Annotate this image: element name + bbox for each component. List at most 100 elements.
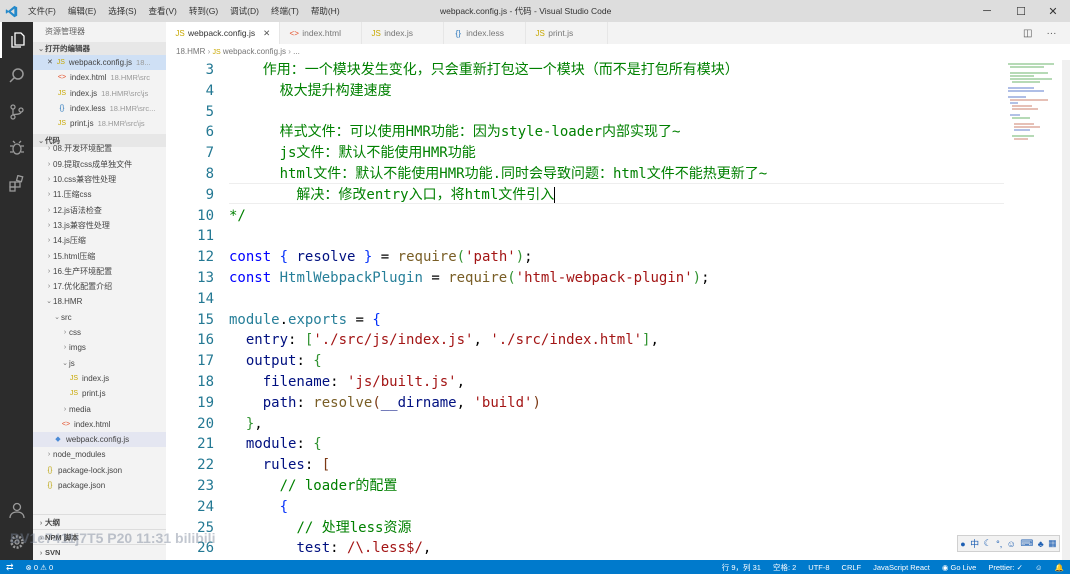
maximize-icon[interactable]: ☐	[1004, 0, 1038, 22]
menu-bar: 文件(F) 编辑(E) 选择(S) 查看(V) 转到(G) 调试(D) 终端(T) 帮助(H)	[22, 0, 346, 22]
chevron-icon: ›	[47, 267, 51, 275]
breadcrumb-symbol[interactable]: ...	[293, 47, 300, 56]
tree-item[interactable]: › 17.优化配置介绍	[33, 279, 166, 294]
tree-item[interactable]: › media	[33, 402, 166, 417]
status-bar: ⇄ ⊗ 0 ⚠ 0 行 9，列 31 空格: 2 UTF-8 CRLF Java…	[0, 560, 1070, 574]
tree-item[interactable]: › 08.开发环境配置	[33, 141, 166, 156]
chevron-icon: ›	[47, 191, 51, 199]
sidebar-section-header[interactable]: › SVN	[33, 544, 166, 559]
tree-item[interactable]: › 11.压缩css	[33, 187, 166, 202]
chevron-icon: ›	[47, 252, 51, 260]
tree-item-label: package.json	[58, 481, 106, 491]
tree-item-label: index.html	[74, 419, 111, 429]
ime-lang[interactable]: 中	[970, 537, 979, 550]
tree-item[interactable]: › node_modules	[33, 447, 166, 462]
breadcrumb-folder[interactable]: 18.HMR	[176, 47, 205, 56]
menu-item[interactable]: 转到(G)	[183, 0, 224, 22]
open-editor-item[interactable]: JS print.js 18.HMR\src\js	[33, 116, 166, 131]
less-file-icon: {}	[59, 104, 65, 112]
tree-item[interactable]: › css	[33, 325, 166, 340]
tree-item[interactable]: <> index.html	[33, 417, 166, 432]
close-icon[interactable]: ✕	[1036, 0, 1070, 22]
minimap[interactable]	[1004, 60, 1062, 560]
open-editor-item[interactable]: ✕ JS webpack.config.js 18...	[33, 55, 166, 71]
tab-index-html[interactable]: <> index.html	[280, 22, 363, 44]
more-actions-icon[interactable]: ···	[1046, 28, 1056, 39]
line-number: 14	[197, 290, 214, 307]
remote-icon[interactable]: ⇄	[0, 562, 20, 573]
code-line: 极大提升构建速度	[229, 82, 392, 99]
explorer-icon[interactable]	[0, 22, 33, 58]
open-editors-header[interactable]: ⌄打开的编辑器	[33, 42, 166, 55]
tab-index-less[interactable]: {} index.less	[444, 22, 527, 44]
smiley-icon[interactable]: ☺	[1029, 563, 1049, 572]
tree-item[interactable]: › 16.生产环境配置	[33, 264, 166, 279]
tree-item[interactable]: {} package.json	[33, 478, 166, 493]
code-line: rules: [	[262, 457, 331, 474]
code-line: output: {	[245, 353, 322, 370]
ime-toolbar[interactable]: ● 中 ☾ °, ☺ ⌨ ♣ ▦	[957, 535, 1060, 552]
menu-item[interactable]: 查看(V)	[143, 0, 183, 22]
close-icon[interactable]: ✕	[263, 28, 270, 39]
errors-icon[interactable]: ⊗ 0 ⚠ 0	[20, 563, 60, 572]
menu-item[interactable]: 编辑(E)	[62, 0, 102, 22]
tree-item[interactable]: › 10.css兼容性处理	[33, 172, 166, 187]
tree-item[interactable]: › 13.js兼容性处理	[33, 218, 166, 233]
cursor-position[interactable]: 行 9，列 31	[716, 562, 767, 573]
tab-index-js[interactable]: JS index.js	[362, 22, 445, 44]
encoding[interactable]: UTF-8	[802, 563, 835, 572]
breadcrumb-file[interactable]: webpack.config.js	[223, 47, 286, 56]
split-editor-icon[interactable]: ◫	[1023, 28, 1032, 39]
search-icon[interactable]	[0, 58, 33, 94]
open-editor-item[interactable]: <> index.html 18.HMR\src	[33, 70, 166, 85]
account-icon[interactable]	[0, 492, 33, 528]
tree-item[interactable]: › 12.js语法检查	[33, 203, 166, 218]
menu-item[interactable]: 选择(S)	[102, 0, 142, 22]
sidebar-section-header[interactable]: › 大纲	[33, 514, 166, 529]
menu-item[interactable]: 文件(F)	[22, 0, 62, 22]
file-name: index.html	[70, 73, 107, 83]
menu-item[interactable]: 终端(T)	[265, 0, 305, 22]
tab-print-js[interactable]: JS print.js	[526, 22, 609, 44]
tree-item[interactable]: ⌄ 18.HMR	[33, 294, 166, 309]
tree-item[interactable]: ⌄ src	[33, 310, 166, 325]
js-file-icon: JS	[212, 49, 221, 56]
tree-item[interactable]: ⌄ js	[33, 356, 166, 371]
tree-item[interactable]: JS print.js	[33, 386, 166, 401]
open-editor-item[interactable]: JS index.js 18.HMR\src\js	[33, 86, 166, 101]
html-file-icon: <>	[61, 420, 71, 428]
code-line: 作用：一个模块发生变化，只会重新打包这一个模块（而不是打包所有模块）	[229, 62, 739, 78]
line-ending[interactable]: CRLF	[836, 563, 868, 572]
tree-item[interactable]: {} package-lock.json	[33, 463, 166, 478]
menu-item[interactable]: 帮助(H)	[305, 0, 346, 22]
prettier-status[interactable]: Prettier: ✓	[982, 563, 1029, 572]
code-line: html文件：默认不能使用HMR功能.同时会导致问题：html文件不能热更新了~	[229, 165, 768, 182]
language-mode[interactable]: JavaScript React	[867, 563, 936, 572]
tree-item[interactable]: › 14.js压缩	[33, 233, 166, 248]
tree-item-label: 09.提取css成单独文件	[53, 159, 133, 169]
extensions-icon[interactable]	[0, 166, 33, 202]
vertical-scrollbar[interactable]	[1062, 60, 1070, 560]
indentation[interactable]: 空格: 2	[767, 562, 802, 573]
source-control-icon[interactable]	[0, 94, 33, 130]
tree-item-label: js	[69, 358, 75, 368]
menu-item[interactable]: 调试(D)	[224, 0, 265, 22]
tree-item[interactable]: › 15.html压缩	[33, 249, 166, 264]
tree-item[interactable]: JS index.js	[33, 371, 166, 386]
golive-button[interactable]: ◉ Go Live	[936, 563, 983, 572]
file-path: 18.HMR\src...	[109, 103, 156, 113]
bell-icon[interactable]: 🔔	[1049, 563, 1070, 572]
open-editor-item[interactable]: {} index.less 18.HMR\src...	[33, 101, 166, 116]
close-icon[interactable]: ✕	[47, 55, 53, 70]
debug-icon[interactable]	[0, 130, 33, 166]
chevron-icon: ⌄	[54, 313, 60, 321]
tab-webpack-config-js[interactable]: JS webpack.config.js ✕	[166, 22, 281, 44]
code-editor[interactable]: 作用：一个模块发生变化，只会重新打包这一个模块（而不是打包所有模块） 极大提升构…	[229, 60, 1004, 560]
minimize-icon[interactable]: ─	[970, 0, 1004, 22]
tree-item[interactable]: › 09.提取css成单独文件	[33, 157, 166, 172]
tree-item[interactable]: › imgs	[33, 340, 166, 355]
tree-item[interactable]: ◆ webpack.config.js	[33, 432, 166, 448]
json-file-icon: {}	[47, 482, 53, 490]
tab-label: print.js	[548, 28, 574, 38]
